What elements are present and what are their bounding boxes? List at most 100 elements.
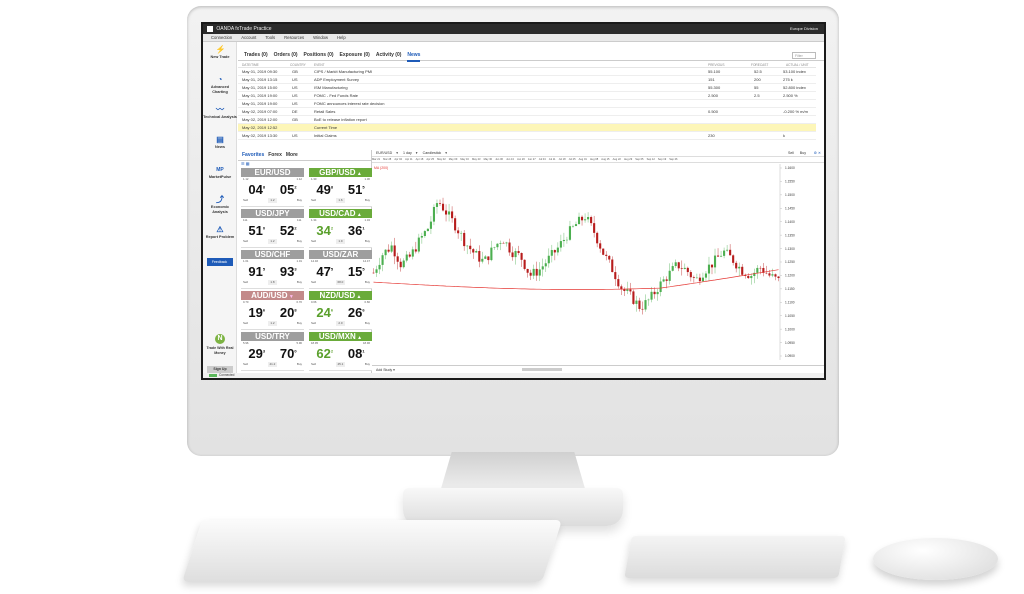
watchlist-card[interactable]: NZD/USD ▲ 0.66 0.66 246 266 Sell 2.0 Buy [309,291,372,330]
buy-label[interactable]: Buy [297,280,302,285]
news-row[interactable]: May 02, 2019 13:30 US Initial Claims 230 k [238,132,816,140]
granularity-select[interactable]: 1 day [403,151,412,155]
chart-sell-button[interactable]: Sell [788,150,794,157]
tab-positions[interactable]: Positions (0) [304,52,334,58]
watchlist-card[interactable]: USD/MXN ▲ 18.95 18.96 622 081 Sell 45.1 Buy [309,332,372,371]
sidebar-item-marketpulse[interactable]: MP MarketPulse [203,162,237,192]
watchlist-card[interactable]: AUD/USD ▼ 0.70 0.70 196 208 Sell 1.2 Buy [241,291,304,330]
news-row[interactable]: May 02, 2019 07:00 DE Retail Sales 0.500 -0.… [238,108,816,116]
buy-label[interactable]: Buy [297,239,302,244]
bid-price[interactable]: 498 [316,182,333,197]
sidebar-item-technical-analysis[interactable]: 〰 Technical Analysis [203,102,237,132]
sidebar-item-report-problem[interactable]: ⚠ Report Problem [203,222,237,252]
buy-label[interactable]: Buy [365,280,370,285]
watchlist-card[interactable]: GBP/USD ▲ 1.30 1.30 498 515 Sell 1.6 Buy [309,168,372,207]
menu-item-window[interactable]: Window [313,35,328,40]
sidebar-item-economic-analysis[interactable]: ⤴ Economic Analysis [203,192,237,222]
instrument-select[interactable]: EUR/USD [376,151,392,155]
bid-price[interactable]: 293 [248,346,265,361]
buy-label[interactable]: Buy [297,321,302,326]
tab-orders[interactable]: Orders (0) [274,52,298,58]
ask-price[interactable]: 155 [348,264,365,279]
bid-price[interactable]: 342 [316,223,333,238]
ask-price[interactable]: 933 [280,264,297,279]
style-select[interactable]: Candlestick [423,151,442,155]
ask-price[interactable]: 081 [348,346,365,361]
buy-label[interactable]: Buy [365,321,370,326]
candle-body [499,242,502,244]
ask-price[interactable]: 052 [280,182,297,197]
ask-price[interactable]: 700 [280,346,297,361]
sell-label[interactable]: Sell [243,198,248,203]
menu-item-connection[interactable]: Connection [211,35,232,40]
watchlist-card[interactable]: USD/CHF 1.01 1.01 915 933 Sell 1.8 Buy [241,250,304,289]
news-row[interactable]: May 01, 2019 19:00 US FOMC - Fed Funds Rat… [238,92,816,100]
sidebar-item-news[interactable]: ▤ News [203,132,237,162]
ask-price[interactable]: 361 [348,223,365,238]
tab-activity[interactable]: Activity (0) [376,52,402,58]
watchlist-tab-favorites[interactable]: Favorites [242,152,264,158]
bid-price[interactable]: 196 [248,305,265,320]
menu-item-help[interactable]: Help [337,35,346,40]
watchlist-card[interactable]: USD/JPY 111. 111. 510 522 Sell 1.2 Buy [241,209,304,248]
bid-price[interactable]: 475 [316,264,333,279]
watchlist-tab-more[interactable]: More [286,152,298,158]
watchlist-panel: Favorites Forex More ☰ ▦ EUR/USD 1.12 1.12 04… [238,150,372,378]
news-row[interactable]: May 01, 2019 13:15 US ADP Employment Surve… [238,76,816,84]
chart-tools-icon[interactable]: ⚙ ✕ [814,150,821,157]
menu-item-account[interactable]: Account [241,35,256,40]
watchlist-card[interactable]: USD/CAD ▲ 1.34 1.34 342 361 Sell 1.9 Buy [309,209,372,248]
filter-input[interactable]: Filter [792,52,816,59]
news-row[interactable]: May 01, 2019 19:00 US FOMC announces inter… [238,100,816,108]
ask-price[interactable]: 266 [348,305,365,320]
chevron-down-icon[interactable]: ▾ [416,151,418,155]
sell-label[interactable]: Sell [311,198,316,203]
ask-price[interactable]: 208 [280,305,297,320]
sell-label[interactable]: Sell [311,239,316,244]
sell-label[interactable]: Sell [243,280,248,285]
watchlist-tab-forex[interactable]: Forex [268,152,282,158]
sell-label[interactable]: Sell [311,321,316,326]
bid-price[interactable]: 246 [316,305,333,320]
bid-price[interactable]: 915 [248,264,265,279]
menu-item-tools[interactable]: Tools [265,35,275,40]
tab-exposure[interactable]: Exposure (0) [340,52,370,58]
watchlist-card[interactable]: USD/TRY 5.96 5.96 293 700 Sell 41.2 Buy [241,332,304,371]
menu-item-resources[interactable]: Resources [284,35,304,40]
sell-label[interactable]: Sell [243,321,248,326]
sidebar-item-advanced-charting[interactable]: ◔ Advanced Charting [203,72,237,102]
buy-label[interactable]: Buy [365,239,370,244]
signup-button[interactable]: Sign Up [207,366,233,373]
buy-label[interactable]: Buy [365,362,370,367]
bid-price[interactable]: 622 [316,346,333,361]
news-row[interactable]: May 02, 2019 12:00 GB BoE to release infla… [238,116,816,124]
trade-real-money[interactable]: N Trade With Real Money [203,334,237,355]
add-study-button[interactable]: Add Study [376,368,392,372]
sell-label[interactable]: Sell [311,362,316,367]
tab-news[interactable]: News [407,52,421,62]
tab-trades[interactable]: Trades (0) [244,52,268,58]
bid-price[interactable]: 048 [248,182,265,197]
news-row[interactable]: May 02, 2019 12:52 Current Time [238,124,816,132]
candlestick-chart[interactable]: MA (200) 1.1600 1.1550 1.1500 1.1450 1.1400 1.… [372,164,824,364]
bid-price[interactable]: 510 [248,223,265,238]
buy-label[interactable]: Buy [365,198,370,203]
sell-label[interactable]: Sell [243,362,248,367]
buy-label[interactable]: Buy [297,362,302,367]
chevron-down-icon[interactable]: ▾ [445,151,447,155]
chart-scrollbar[interactable] [522,368,562,371]
feedback-button[interactable]: Feedback [206,258,233,266]
watchlist-card[interactable]: USD/ZAR 14.46 14.47 475 155 Sell 68.0 Buy [309,250,372,289]
ask-price[interactable]: 515 [348,182,365,197]
ask-price[interactable]: 522 [280,223,297,238]
buy-label[interactable]: Buy [297,198,302,203]
sidebar-item-new-trade[interactable]: ⚡ New Trade [203,42,237,72]
sell-label[interactable]: Sell [311,280,316,285]
watchlist-view-icon[interactable]: ☰ ▦ [238,161,371,168]
chevron-down-icon[interactable]: ▾ [396,151,398,155]
watchlist-card[interactable]: EUR/USD 1.12 1.12 048 052 Sell 1.2 Buy [241,168,304,207]
news-row[interactable]: May 01, 2019 09:30 GB CIPS / Markit Manufa… [238,68,816,76]
chart-buy-button[interactable]: Buy [800,150,806,157]
news-row[interactable]: May 01, 2019 15:00 US ISM Manufacturing 55.… [238,84,816,92]
sell-label[interactable]: Sell [243,239,248,244]
